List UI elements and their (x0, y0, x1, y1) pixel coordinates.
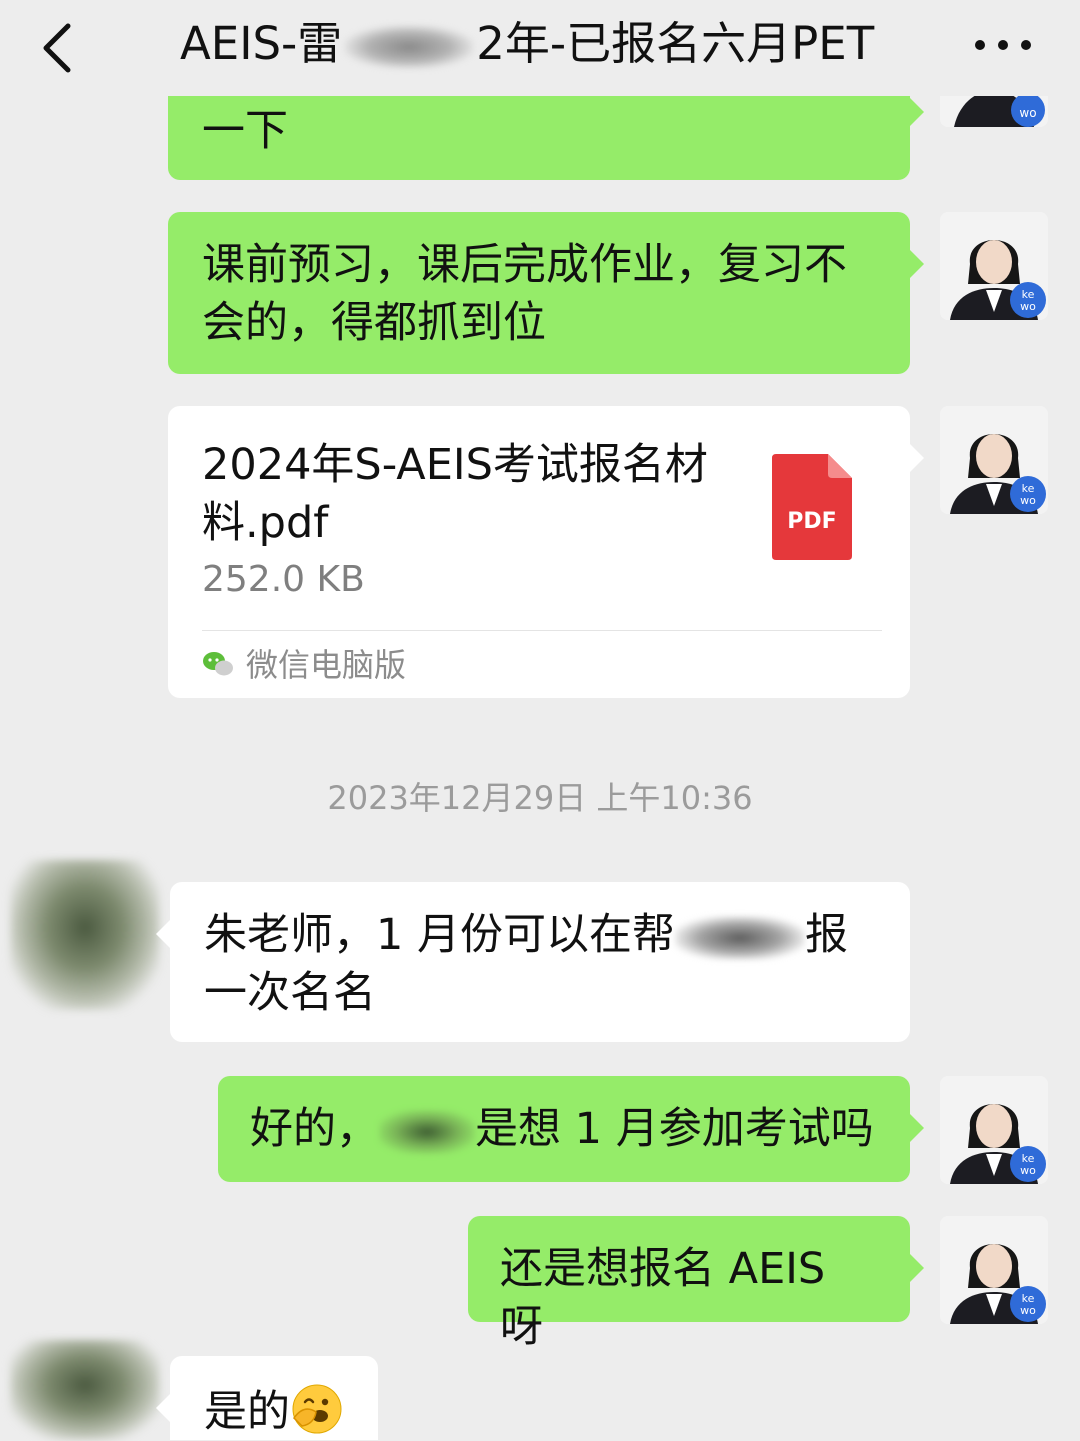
chat-title-suffix: 2年-已报名六月PET (476, 17, 875, 70)
blurred-name-region (675, 915, 806, 960)
chat-timestamp: 2023年12月29日 上午10:36 (327, 779, 753, 817)
message-text: 是的 (204, 1387, 290, 1437)
more-options-icon[interactable] (968, 30, 1038, 60)
blurred-user-avatar[interactable] (10, 1340, 160, 1440)
sent-message-bubble[interactable]: 好的， 是想 1 月参加考试吗 (218, 1076, 924, 1182)
teacher-avatar[interactable]: ke wo (940, 212, 1048, 320)
chat-title-prefix: AEIS-雷 (180, 17, 343, 70)
svg-text:wo: wo (1020, 300, 1036, 313)
file-name: 2024年S-AEIS考试报名材料.pdf (202, 440, 708, 548)
face-with-hand-over-mouth-icon (292, 1384, 342, 1434)
blurred-name-region (344, 25, 475, 69)
blurred-user-avatar[interactable] (10, 860, 160, 1010)
message-text-part: 是想 1 月参加考试吗 (475, 1104, 874, 1154)
teacher-avatar[interactable]: ke wo (940, 1216, 1048, 1324)
blurred-name-region (379, 1109, 475, 1154)
svg-text:wo: wo (1020, 1164, 1036, 1177)
wechat-icon (203, 652, 233, 676)
sent-message-bubble[interactable]: 还是想报名 AEIS 呀 (468, 1216, 924, 1352)
pdf-file-icon: PDF (772, 454, 852, 560)
divider (202, 630, 882, 631)
svg-text:wo: wo (1020, 1304, 1036, 1317)
message-text-part: 好的， (250, 1104, 379, 1154)
message-text-part: 朱老师，1 月份可以在帮 (204, 910, 676, 960)
svg-text:wo: wo (1019, 106, 1036, 120)
file-message-card[interactable]: 2024年S-AEIS考试报名材料.pdf 252.0 KB PDF 微信电脑版 (168, 406, 924, 698)
message-text: 还是想报名 AEIS 呀 (500, 1244, 826, 1352)
received-message-bubble[interactable]: 是的 (156, 1356, 378, 1440)
sent-message-bubble[interactable]: 课前预习，课后完成作业，复习不会的，得都抓到位 (168, 212, 924, 374)
teacher-avatar[interactable]: ke wo (940, 406, 1048, 514)
file-size: 252.0 KB (202, 559, 365, 600)
message-text: 课前预习，课后完成作业，复习不会的，得都抓到位 (202, 240, 847, 348)
back-arrow-icon[interactable] (30, 18, 90, 78)
received-message-bubble[interactable]: 朱老师，1 月份可以在帮 报一次名名 (156, 882, 910, 1042)
message-text: 一下 (202, 106, 288, 156)
teacher-avatar[interactable]: ke wo (940, 1076, 1048, 1184)
file-source-label: 微信电脑版 (246, 646, 407, 684)
svg-text:wo: wo (1020, 494, 1036, 507)
chat-header: AEIS-雷 2年-已报名六月PET (0, 0, 1080, 96)
chat-title: AEIS-雷 2年-已报名六月PET (180, 14, 900, 74)
pdf-icon-label: PDF (787, 509, 836, 534)
